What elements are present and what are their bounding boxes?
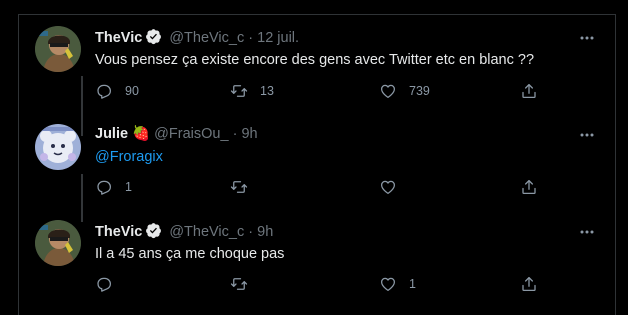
user-handle[interactable]: @TheVic_c — [169, 224, 244, 240]
action-bar: 90 13 739 — [95, 82, 555, 102]
tweet-text: Il a 45 ans ça me choque pas — [95, 246, 285, 262]
user-handle[interactable]: @TheVic_c — [169, 30, 244, 46]
avatar-thevic-icon — [35, 26, 81, 72]
like-count: 1 — [409, 277, 416, 291]
like-button[interactable]: 1 — [379, 275, 416, 293]
retweet-icon — [230, 178, 248, 196]
avatar[interactable] — [35, 220, 81, 266]
reply-icon — [95, 275, 113, 293]
reply-button[interactable]: 90 — [95, 82, 139, 100]
display-name[interactable]: Julie — [95, 126, 128, 142]
tweet-3[interactable]: TheVic @TheVic_c · 9h Il a 45 ans ça me … — [19, 209, 615, 315]
share-icon — [520, 178, 538, 196]
reply-count: 90 — [125, 84, 139, 98]
verified-icon — [145, 222, 162, 239]
user-handle[interactable]: @FraisOu_ — [154, 126, 228, 142]
display-name[interactable]: TheVic — [95, 224, 142, 240]
avatar[interactable] — [35, 124, 81, 170]
reply-icon — [95, 178, 113, 196]
share-button[interactable] — [520, 178, 538, 196]
like-icon — [379, 82, 397, 100]
timestamp[interactable]: 12 juil. — [257, 30, 299, 46]
more-icon[interactable] — [579, 225, 595, 239]
tweet-header: TheVic @TheVic_c · 9h — [95, 222, 273, 240]
like-button[interactable] — [379, 178, 409, 196]
reply-count: 1 — [125, 180, 132, 194]
share-icon — [520, 275, 538, 293]
mention-link[interactable]: @Froragix — [95, 149, 163, 165]
tweet-2[interactable]: Julie 🍓 @FraisOu_ · 9h @Froragix 1 — [19, 112, 615, 222]
action-bar: 1 — [95, 178, 555, 198]
action-bar: 1 — [95, 275, 555, 295]
timestamp[interactable]: 9h — [257, 224, 273, 240]
like-icon — [379, 178, 397, 196]
more-icon[interactable] — [579, 31, 595, 45]
retweet-button[interactable]: 13 — [230, 82, 274, 100]
like-button[interactable]: 739 — [379, 82, 430, 100]
separator-dot: · — [232, 126, 238, 142]
retweet-icon — [230, 82, 248, 100]
separator-dot: · — [248, 224, 254, 240]
share-button[interactable] — [520, 275, 538, 293]
share-button[interactable] — [520, 82, 538, 100]
more-icon[interactable] — [579, 128, 595, 142]
separator-dot: · — [248, 30, 254, 46]
avatar[interactable] — [35, 26, 81, 72]
display-name[interactable]: TheVic — [95, 30, 142, 46]
timeline-right-border — [615, 14, 616, 315]
like-count: 739 — [409, 84, 430, 98]
avatar-julie-icon — [35, 124, 81, 170]
tweet-header: Julie 🍓 @FraisOu_ · 9h — [95, 125, 258, 142]
reply-icon — [95, 82, 113, 100]
share-icon — [520, 82, 538, 100]
retweet-count: 13 — [260, 84, 274, 98]
avatar-thevic-icon — [35, 220, 81, 266]
strawberry-emoji: 🍓 — [132, 126, 151, 142]
tweet-1[interactable]: TheVic @TheVic_c · 12 juil. Vous pensez … — [19, 15, 615, 136]
retweet-icon — [230, 275, 248, 293]
tweet-header: TheVic @TheVic_c · 12 juil. — [95, 28, 299, 46]
like-icon — [379, 275, 397, 293]
tweet-text: @Froragix — [95, 149, 163, 165]
timestamp[interactable]: 9h — [241, 126, 257, 142]
retweet-button[interactable] — [230, 178, 260, 196]
tweet-text: Vous pensez ça existe encore des gens av… — [95, 52, 535, 68]
retweet-button[interactable] — [230, 275, 260, 293]
reply-button[interactable] — [95, 275, 125, 293]
verified-icon — [145, 28, 162, 45]
reply-button[interactable]: 1 — [95, 178, 132, 196]
